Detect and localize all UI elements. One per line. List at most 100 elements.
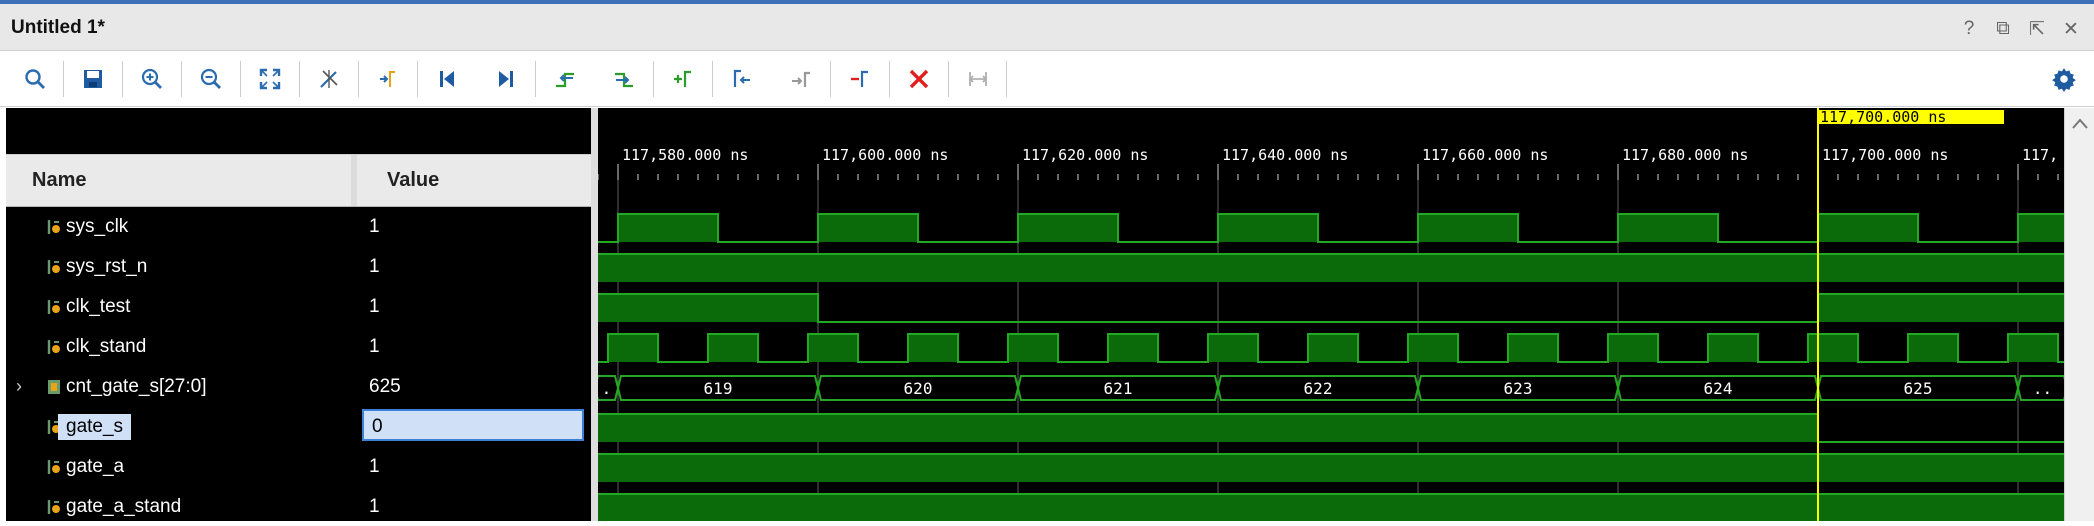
signal-name: clk_test	[66, 296, 131, 317]
signal-row-sys-rst-n[interactable]: sys_rst_n	[6, 246, 351, 286]
signal-name: gate_s	[58, 414, 132, 440]
toolbar-separator	[535, 61, 536, 97]
toolbar-separator	[889, 61, 890, 97]
signal-value-cell[interactable]: 625	[357, 366, 591, 406]
signal-name: gate_a	[66, 456, 125, 477]
names-panel: Name Value sys_clk 1 sys_rst_n 1 clk_test 1 cl…	[6, 108, 591, 521]
ruler-label: 117,700.000 ns	[1822, 146, 1948, 164]
signal-value-cell[interactable]: 1	[357, 446, 591, 486]
snap-icon[interactable]	[960, 61, 996, 97]
wire-signal-icon	[47, 300, 60, 314]
signal-value-cell[interactable]: 1	[357, 326, 591, 366]
bus-value-label: 624	[1704, 379, 1733, 398]
signal-value: 1	[369, 256, 380, 277]
vertical-scrollbar[interactable]	[2064, 108, 2094, 521]
signal-value: 1	[369, 216, 380, 237]
toolbar-separator	[417, 61, 418, 97]
value-header-label: Value	[387, 169, 440, 191]
signal-value-cell[interactable]: 0	[357, 406, 591, 446]
wire-signal-icon	[47, 340, 60, 354]
ruler-label: 117,680.000 ns	[1622, 146, 1748, 164]
toolbar-separator	[948, 61, 949, 97]
wire-signal-icon	[47, 220, 60, 234]
toolbar-separator	[712, 61, 713, 97]
search-icon[interactable]	[17, 61, 53, 97]
restore-icon[interactable]: ⧉	[1992, 18, 2014, 40]
waveform-view[interactable]: 117,580.000 ns 117,600.000 ns 117,620.000 …	[593, 108, 2094, 522]
close-icon[interactable]: ✕	[2060, 18, 2082, 40]
signal-row-cnt-gate-s-27-0-[interactable]: › cnt_gate_s[27:0]	[6, 366, 351, 406]
signal-value-cell[interactable]: 1	[357, 486, 591, 526]
name-header-label: Name	[32, 169, 87, 191]
bus-value-label: 620	[904, 379, 933, 398]
signal-row-sys-clk[interactable]: sys_clk	[6, 206, 351, 246]
toolbar-separator	[830, 61, 831, 97]
signal-name: cnt_gate_s[27:0]	[66, 376, 207, 397]
delete-icon[interactable]	[901, 61, 937, 97]
wire-signal-icon	[47, 460, 60, 474]
waveform-canvas[interactable]: 117,580.000 ns 117,600.000 ns 117,620.000 …	[593, 108, 2094, 522]
cursor-to-zoom-icon[interactable]	[311, 61, 347, 97]
toolbar-separator	[63, 61, 64, 97]
add-marker-icon[interactable]	[370, 61, 406, 97]
signal-row-gate-a-stand[interactable]: gate_a_stand	[6, 486, 351, 526]
value-column-header[interactable]: Value	[357, 154, 591, 207]
scroll-up-icon[interactable]	[2065, 108, 2094, 138]
zoom-in-icon[interactable]	[134, 61, 170, 97]
name-column-header[interactable]: Name	[6, 154, 351, 207]
gate-s-fill	[598, 414, 1818, 442]
signal-row-gate-s[interactable]: gate_s	[6, 406, 351, 446]
signal-row-clk-test[interactable]: clk_test	[6, 286, 351, 326]
bus-value-label: .	[602, 379, 612, 398]
bus-value-label: 623	[1504, 379, 1533, 398]
toolbar-separator	[240, 61, 241, 97]
go-to-end-icon[interactable]	[488, 61, 524, 97]
previous-marker-icon[interactable]	[724, 61, 760, 97]
swap-cursors-icon[interactable]	[842, 61, 878, 97]
expand-chevron-icon[interactable]: ›	[16, 376, 22, 397]
go-to-start-icon[interactable]	[429, 61, 465, 97]
bus-value-label: 621	[1104, 379, 1133, 398]
gate-a-fill	[598, 454, 2064, 482]
signal-row-gate-a[interactable]: gate_a	[6, 446, 351, 486]
bus-signal-icon	[48, 380, 60, 394]
signal-value: 1	[369, 496, 380, 517]
signal-row-clk-stand[interactable]: clk_stand	[6, 326, 351, 366]
wire-signal-icon	[47, 500, 60, 514]
gate-a-stand-fill	[598, 494, 2064, 522]
signal-value: 1	[369, 336, 380, 357]
window-buttons: ? ⧉ ⇱ ✕	[1958, 18, 2082, 40]
toolbar	[0, 51, 2094, 107]
popout-icon[interactable]: ⇱	[2026, 18, 2048, 40]
gear-icon[interactable]	[2046, 61, 2082, 97]
next-marker-icon[interactable]	[783, 61, 819, 97]
signal-value: 0	[362, 409, 584, 441]
zoom-out-icon[interactable]	[193, 61, 229, 97]
wire-signal-icon	[47, 260, 60, 274]
ruler-label: 117,620.000 ns	[1022, 146, 1148, 164]
previous-transition-icon[interactable]	[547, 61, 583, 97]
signal-value-cell[interactable]: 1	[357, 286, 591, 326]
window-title: Untitled 1*	[11, 17, 105, 38]
save-icon[interactable]	[75, 61, 111, 97]
ruler-label: 117,	[2022, 146, 2058, 164]
signal-value-cell[interactable]: 1	[357, 206, 591, 246]
cursor-time-label: 117,700.000 ns	[1820, 108, 1946, 126]
add-marker-alt-icon[interactable]	[665, 61, 701, 97]
panel-splitter[interactable]	[591, 108, 598, 521]
zoom-fit-icon[interactable]	[252, 61, 288, 97]
toolbar-separator	[653, 61, 654, 97]
toolbar-separator	[122, 61, 123, 97]
help-icon[interactable]: ?	[1958, 18, 1980, 40]
signal-value-cell[interactable]: 1	[357, 246, 591, 286]
signal-value: 1	[369, 296, 380, 317]
bus-value-label: 622	[1304, 379, 1333, 398]
sys-clk-fill	[618, 214, 2094, 242]
toolbar-separator	[181, 61, 182, 97]
bus-value-label: 625	[1904, 379, 1933, 398]
signal-name: clk_stand	[66, 336, 147, 357]
ruler-label: 117,640.000 ns	[1222, 146, 1348, 164]
ruler-label: 117,660.000 ns	[1422, 146, 1548, 164]
next-transition-icon[interactable]	[606, 61, 642, 97]
toolbar-separator	[358, 61, 359, 97]
